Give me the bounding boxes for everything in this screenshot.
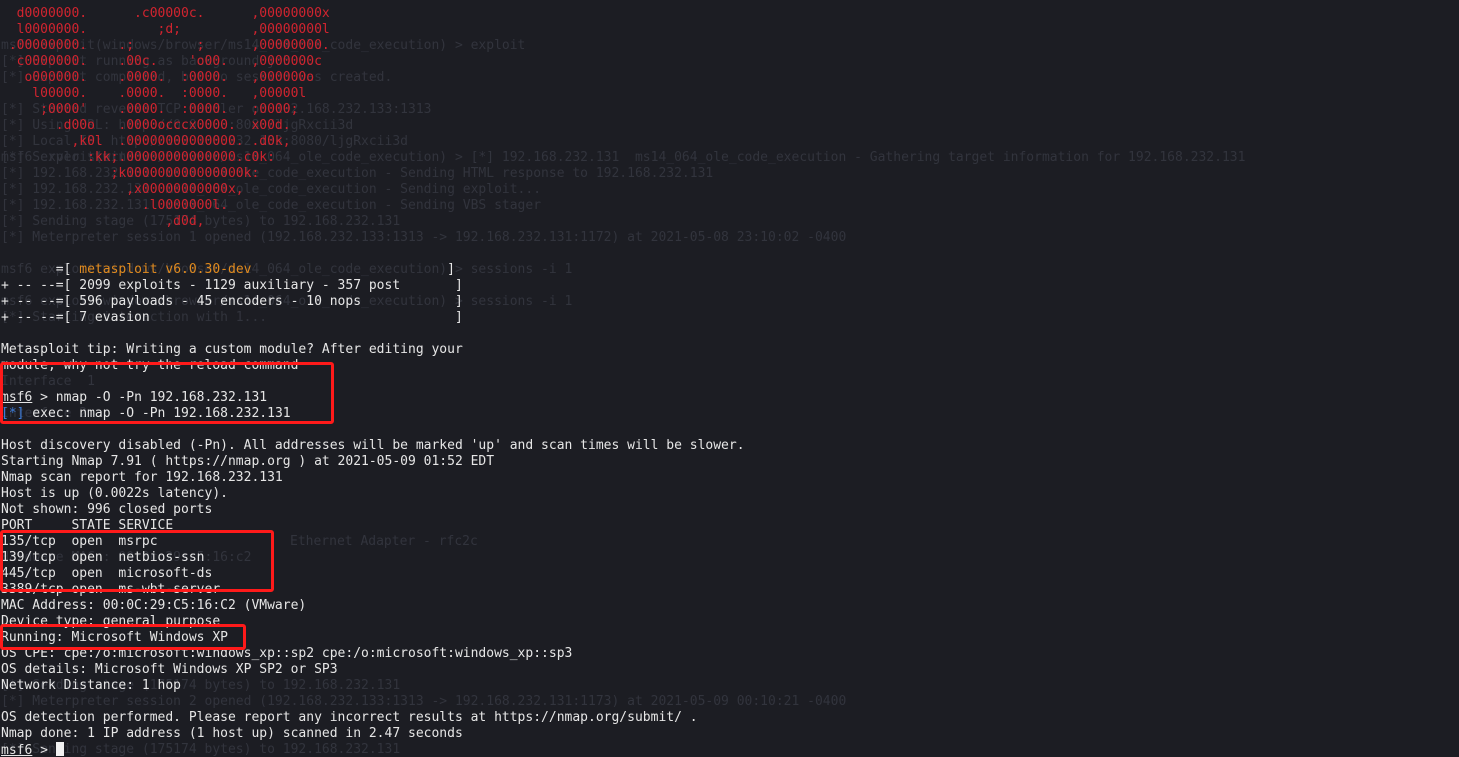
port-table-header: PORT STATE SERVICE [1, 518, 174, 533]
command-line[interactable]: msf6 > nmap -O -Pn 192.168.232.131 [1, 390, 267, 406]
banner-line: l00000. .0000. :0000. ,00000l [1, 86, 307, 101]
output-line: Nmap scan report for 192.168.232.131 [1, 470, 283, 485]
banner-line: ,d0d, [1, 214, 205, 229]
banner-line: :kk;.00000000000000.c0k: [1, 150, 275, 165]
text-cursor[interactable] [55, 742, 64, 756]
port-row: 3389/tcp open ms-wbt-server [1, 582, 221, 597]
banner-line: .00000000. .; ; ,00000000. [1, 38, 330, 53]
banner-line: .l0000000l. [1, 198, 228, 213]
banner-line: d0000000. .c00000c. ,00000000x [1, 6, 330, 21]
metasploit-version: metasploit v6.0.30-dev [79, 262, 252, 277]
ghost-line: Ethernet Adapter - rfc2c [290, 534, 478, 549]
banner-line: o000000. .0000. :0000. ,000000o [1, 70, 315, 85]
banner-line: .d00o .0000occcx0000. x00d. [1, 118, 291, 133]
output-line: Starting Nmap 7.91 ( https://nmap.org ) … [1, 454, 495, 469]
output-line: Device type: general purpose [1, 614, 221, 629]
banner-line: c0000000. .00c. 'o00. ,0000000c [1, 54, 322, 69]
prompt-arrow: > [32, 743, 56, 757]
banner-line: ,x00000000000x, [1, 182, 244, 197]
port-row: 445/tcp open microsoft-ds [1, 566, 213, 581]
command-text: nmap -O -Pn 192.168.232.131 [55, 390, 268, 405]
output-line: Not shown: 996 closed ports [1, 502, 213, 517]
version-line-3: + -- --=[ 596 payloads - 45 encoders - 1… [1, 294, 463, 309]
tip-line-2: module, why not try the reload command [1, 358, 299, 373]
ghost-line: [*] Meterpreter session 1 opened (192.16… [1, 230, 847, 245]
exec-text: exec: nmap -O -Pn 192.168.232.131 [24, 406, 291, 421]
os-running-line: Running: Microsoft Windows XP [1, 630, 228, 645]
banner-line: ;k000000000000000k: [1, 166, 260, 181]
version-line-4: + -- --=[ 7 evasion ] [1, 310, 463, 325]
prompt-label: msf6 [1, 743, 33, 757]
version-suffix: ] [251, 262, 455, 277]
banner-line: ;0000' .0000. :0000. ;0000; [1, 102, 299, 117]
port-row: 135/tcp open msrpc [1, 534, 158, 549]
output-line: MAC Address: 00:0C:29:C5:16:C2 (VMware) [1, 598, 307, 613]
banner-line: ,k0l .00000000000000. .d0k, [1, 134, 291, 149]
version-prefix: =[ [1, 262, 80, 277]
port-row: 139/tcp open netbios-ssn [1, 550, 205, 565]
prompt-arrow: > [32, 390, 56, 405]
output-line: Network Distance: 1 hop [1, 678, 182, 693]
prompt-label: msf6 [1, 390, 33, 405]
ghost-line: [*] Meterpreter session 2 opened (192.16… [1, 694, 847, 709]
output-line: Nmap done: 1 IP address (1 host up) scan… [1, 726, 463, 741]
info-tag: [*] [1, 406, 25, 421]
output-line: OS CPE: cpe:/o:microsoft:windows_xp::sp2… [1, 646, 573, 661]
output-line: Host is up (0.0022s latency). [1, 486, 228, 501]
output-line: OS detection performed. Please report an… [1, 710, 698, 725]
version-line-2: + -- --=[ 2099 exploits - 1129 auxiliary… [1, 278, 463, 293]
output-line: OS details: Microsoft Windows XP SP2 or … [1, 662, 338, 677]
banner-line: l0000000. ;d; ,00000000l [1, 22, 330, 37]
output-line: Host discovery disabled (-Pn). All addre… [1, 438, 745, 453]
version-line-1: =[ metasploit v6.0.30-dev ] [1, 262, 455, 278]
ghost-line: Interface 1 [1, 374, 95, 389]
exec-line: [*] exec: nmap -O -Pn 192.168.232.131 [1, 406, 291, 422]
input-prompt-line[interactable]: msf6 > [1, 742, 64, 757]
tip-line-1: Metasploit tip: Writing a custom module?… [1, 342, 463, 357]
terminal-window[interactable]: msf6 exploit(windows/browser/ms14_064_ol… [0, 0, 1459, 757]
